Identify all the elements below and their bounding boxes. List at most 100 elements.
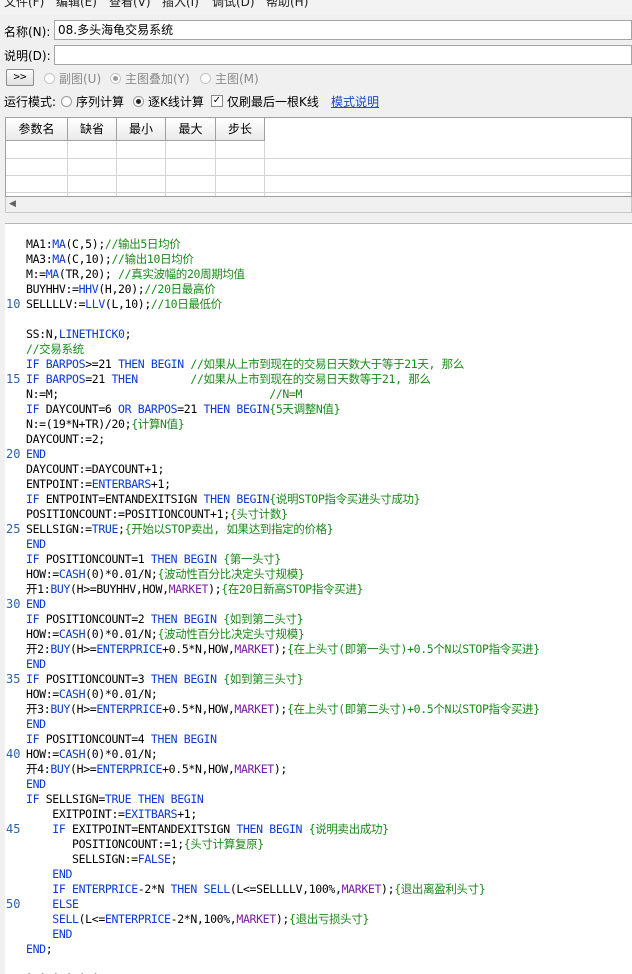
- code-line[interactable]: DAYCOUNT:=2;: [26, 432, 105, 447]
- col-header-min[interactable]: 最小: [117, 118, 166, 141]
- code-keyword: IF: [26, 402, 46, 416]
- code-text: +0.5*N,HOW,: [162, 762, 235, 776]
- code-line[interactable]: MA1:MA(C,5);//输出5日均价: [26, 237, 181, 252]
- code-line[interactable]: IF DAYCOUNT=6 OR BARPOS=21 THEN BEGIN{5天…: [26, 402, 341, 417]
- mode-help-link[interactable]: 模式说明: [331, 94, 379, 110]
- radio-main-overlay[interactable]: [110, 73, 121, 84]
- code-line[interactable]: IF SELLSIGN=TRUE THEN BEGIN: [26, 792, 204, 807]
- code-line[interactable]: END: [26, 927, 72, 942]
- code-line[interactable]: DAYCOUNT:=DAYCOUNT+1;: [26, 462, 164, 477]
- scroll-left-icon[interactable]: ◀: [9, 199, 16, 209]
- param-table-scrollbar[interactable]: ◀: [5, 197, 632, 213]
- code-line[interactable]: HOW:=CASH(0)*0.01/N;{波动性百分比决定头寸规模}: [26, 627, 305, 642]
- code-line[interactable]: END: [26, 657, 46, 672]
- code-line[interactable]: SS:N,LINETHICK0;: [26, 327, 132, 342]
- code-keyword: TRUE: [91, 522, 119, 536]
- code-line[interactable]: N:=M; //N=M: [26, 387, 302, 402]
- code-line[interactable]: HOW:=CASH(0)*0.01/N;: [26, 747, 158, 762]
- code-line[interactable]: IF POSITIONCOUNT=1 THEN BEGIN {第一头寸}: [26, 552, 281, 567]
- code-keyword: OR BARPOS: [118, 402, 178, 416]
- code-line[interactable]: END: [26, 537, 46, 552]
- code-line[interactable]: M:=MA(TR,20); //真实波幅的20周期均值: [26, 267, 245, 282]
- code-line[interactable]: END: [26, 777, 46, 792]
- radio-bar-calc[interactable]: [133, 96, 144, 107]
- col-header-name[interactable]: 参数名: [6, 118, 68, 141]
- code-keyword: MA: [52, 252, 66, 266]
- code-text: (C,5);: [65, 237, 105, 251]
- code-line[interactable]: IF EXITPOINT=ENTANDEXITSIGN THEN BEGIN {…: [26, 822, 389, 837]
- code-line[interactable]: N:=(19*N+TR)/20;{计算N值}: [26, 417, 185, 432]
- code-line[interactable]: HOW:=CASH(0)*0.01/N;: [26, 687, 158, 702]
- code-line[interactable]: SELLLLV:=LLV(L,10);//10日最低价: [26, 297, 222, 312]
- menu-file[interactable]: 文件(F): [4, 0, 44, 9]
- code-line[interactable]: POSITIONCOUNT:=1;{头寸计算复原}: [26, 837, 264, 852]
- menu-debug[interactable]: 调试(D): [212, 0, 255, 9]
- desc-field[interactable]: [54, 45, 632, 65]
- menu-insert[interactable]: 插入(I): [162, 0, 199, 9]
- code-line[interactable]: 开3:BUY(H>=ENTERPRICE+0.5*N,HOW,MARKET);{…: [26, 702, 540, 717]
- code-text: POSITIONCOUNT:=1;: [26, 837, 184, 851]
- code-text: (H,20);: [98, 282, 145, 296]
- code-line[interactable]: //交易系统: [26, 342, 84, 357]
- code-line[interactable]: SELLSIGN:=FALSE;: [26, 852, 178, 867]
- menu-view[interactable]: 查看(V): [109, 0, 151, 9]
- radio-mainchart[interactable]: [200, 73, 211, 84]
- refresh-last-bar-checkbox[interactable]: ✓: [211, 95, 223, 107]
- code-comment: {退出离盈利头寸}: [394, 882, 486, 896]
- code-line[interactable]: 开4:BUY(H>=ENTERPRICE+0.5*N,HOW,MARKET);: [26, 762, 287, 777]
- code-line[interactable]: ELSE: [26, 897, 79, 912]
- code-text: HOW:=: [26, 627, 59, 641]
- line-number: 45: [6, 822, 21, 836]
- code-keyword: LINETHICK0: [58, 327, 125, 341]
- code-line[interactable]: EXITPOINT:=EXITBARS+1;: [26, 807, 197, 822]
- code-line[interactable]: END: [26, 717, 46, 732]
- code-text: +0.5*N,HOW,: [162, 702, 235, 716]
- menu-help[interactable]: 帮助(H): [266, 0, 308, 9]
- code-line[interactable]: IF POSITIONCOUNT=3 THEN BEGIN {如到第三头寸}: [26, 672, 304, 687]
- code-line[interactable]: IF POSITIONCOUNT=2 THEN BEGIN {如到第二头寸}: [26, 612, 304, 627]
- code-line[interactable]: IF ENTPOINT=ENTANDEXITSIGN THEN BEGIN{说明…: [26, 492, 421, 507]
- code-line[interactable]: HOW:=CASH(0)*0.01/N;{波动性百分比决定头寸规模}: [26, 567, 305, 582]
- code-comment: {计算N值}: [131, 417, 185, 431]
- code-line[interactable]: 开2:BUY(H>=ENTERPRICE+0.5*N,HOW,MARKET);{…: [26, 642, 540, 657]
- code-line[interactable]: END: [26, 447, 46, 462]
- code-line[interactable]: END: [26, 597, 46, 612]
- code-keyword: THEN BEGIN: [236, 822, 309, 836]
- name-field[interactable]: 08.多头海龟交易系统: [54, 20, 632, 40]
- menu-edit[interactable]: 编辑(E): [56, 0, 97, 9]
- code-text: (L,10);: [104, 297, 151, 311]
- col-header-default[interactable]: 缺省: [68, 118, 117, 141]
- code-line[interactable]: BUYHHV:=HHV(H,20);//20日最高价: [26, 282, 216, 297]
- code-text: );: [275, 912, 290, 926]
- code-line[interactable]: IF BARPOS=21 THEN //如果从上市到现在的交易日天数等于21, …: [26, 372, 431, 387]
- code-line[interactable]: POSITIONCOUNT:=POSITIONCOUNT+1;{头寸计数}: [26, 507, 288, 522]
- code-line[interactable]: IF POSITIONCOUNT=4 THEN BEGIN: [26, 732, 217, 747]
- code-comment: {头寸计数}: [229, 507, 288, 521]
- expand-button[interactable]: >>: [6, 69, 34, 86]
- code-line[interactable]: SELL(L<=ENTERPRICE-2*N,100%,MARKET);{退出亏…: [26, 912, 369, 927]
- code-line[interactable]: 开1:BUY(H>=BUYHHV,HOW,MARKET);{在20日新高STOP…: [26, 582, 363, 597]
- code-text: HOW:=: [26, 567, 59, 581]
- code-text: POSITIONCOUNT=2: [45, 612, 151, 626]
- code-keyword: ELSE: [52, 897, 79, 911]
- code-keyword: HHV: [78, 282, 99, 296]
- code-line[interactable]: END;: [26, 942, 53, 957]
- code-keyword: SELL: [52, 912, 79, 926]
- code-comment: {波动性百分比决定头寸规模}: [157, 567, 305, 581]
- radio-subchart[interactable]: [44, 73, 55, 84]
- code-line[interactable]: MA3:MA(C,10);//输出10日均价: [26, 252, 194, 267]
- code-line[interactable]: ENTPOINT:=ENTERBARS+1;: [26, 477, 171, 492]
- code-line[interactable]: IF BARPOS>=21 THEN BEGIN //如果从上市到现在的交易日天…: [26, 357, 464, 372]
- code-line[interactable]: SELLSIGN:=TRUE;{开始以STOP卖出, 如果达到指定的价格}: [26, 522, 334, 537]
- col-header-step[interactable]: 步长: [216, 118, 265, 141]
- code-text: SS:N,: [26, 327, 59, 341]
- code-text: ENTPOINT:=: [26, 477, 92, 491]
- code-text: MA1:: [26, 237, 53, 251]
- code-editor[interactable]: 10152025303540455055 MA1:MA(C,5);//输出5日均…: [5, 223, 632, 974]
- col-header-max[interactable]: 最大: [166, 118, 216, 141]
- radio-series-calc[interactable]: [61, 96, 72, 107]
- code-text: N:=M;: [26, 387, 59, 401]
- grid-hline: [6, 175, 631, 176]
- code-line[interactable]: END: [26, 867, 72, 882]
- code-line[interactable]: IF ENTERPRICE-2*N THEN SELL(L<=SELLLLV,1…: [26, 882, 485, 897]
